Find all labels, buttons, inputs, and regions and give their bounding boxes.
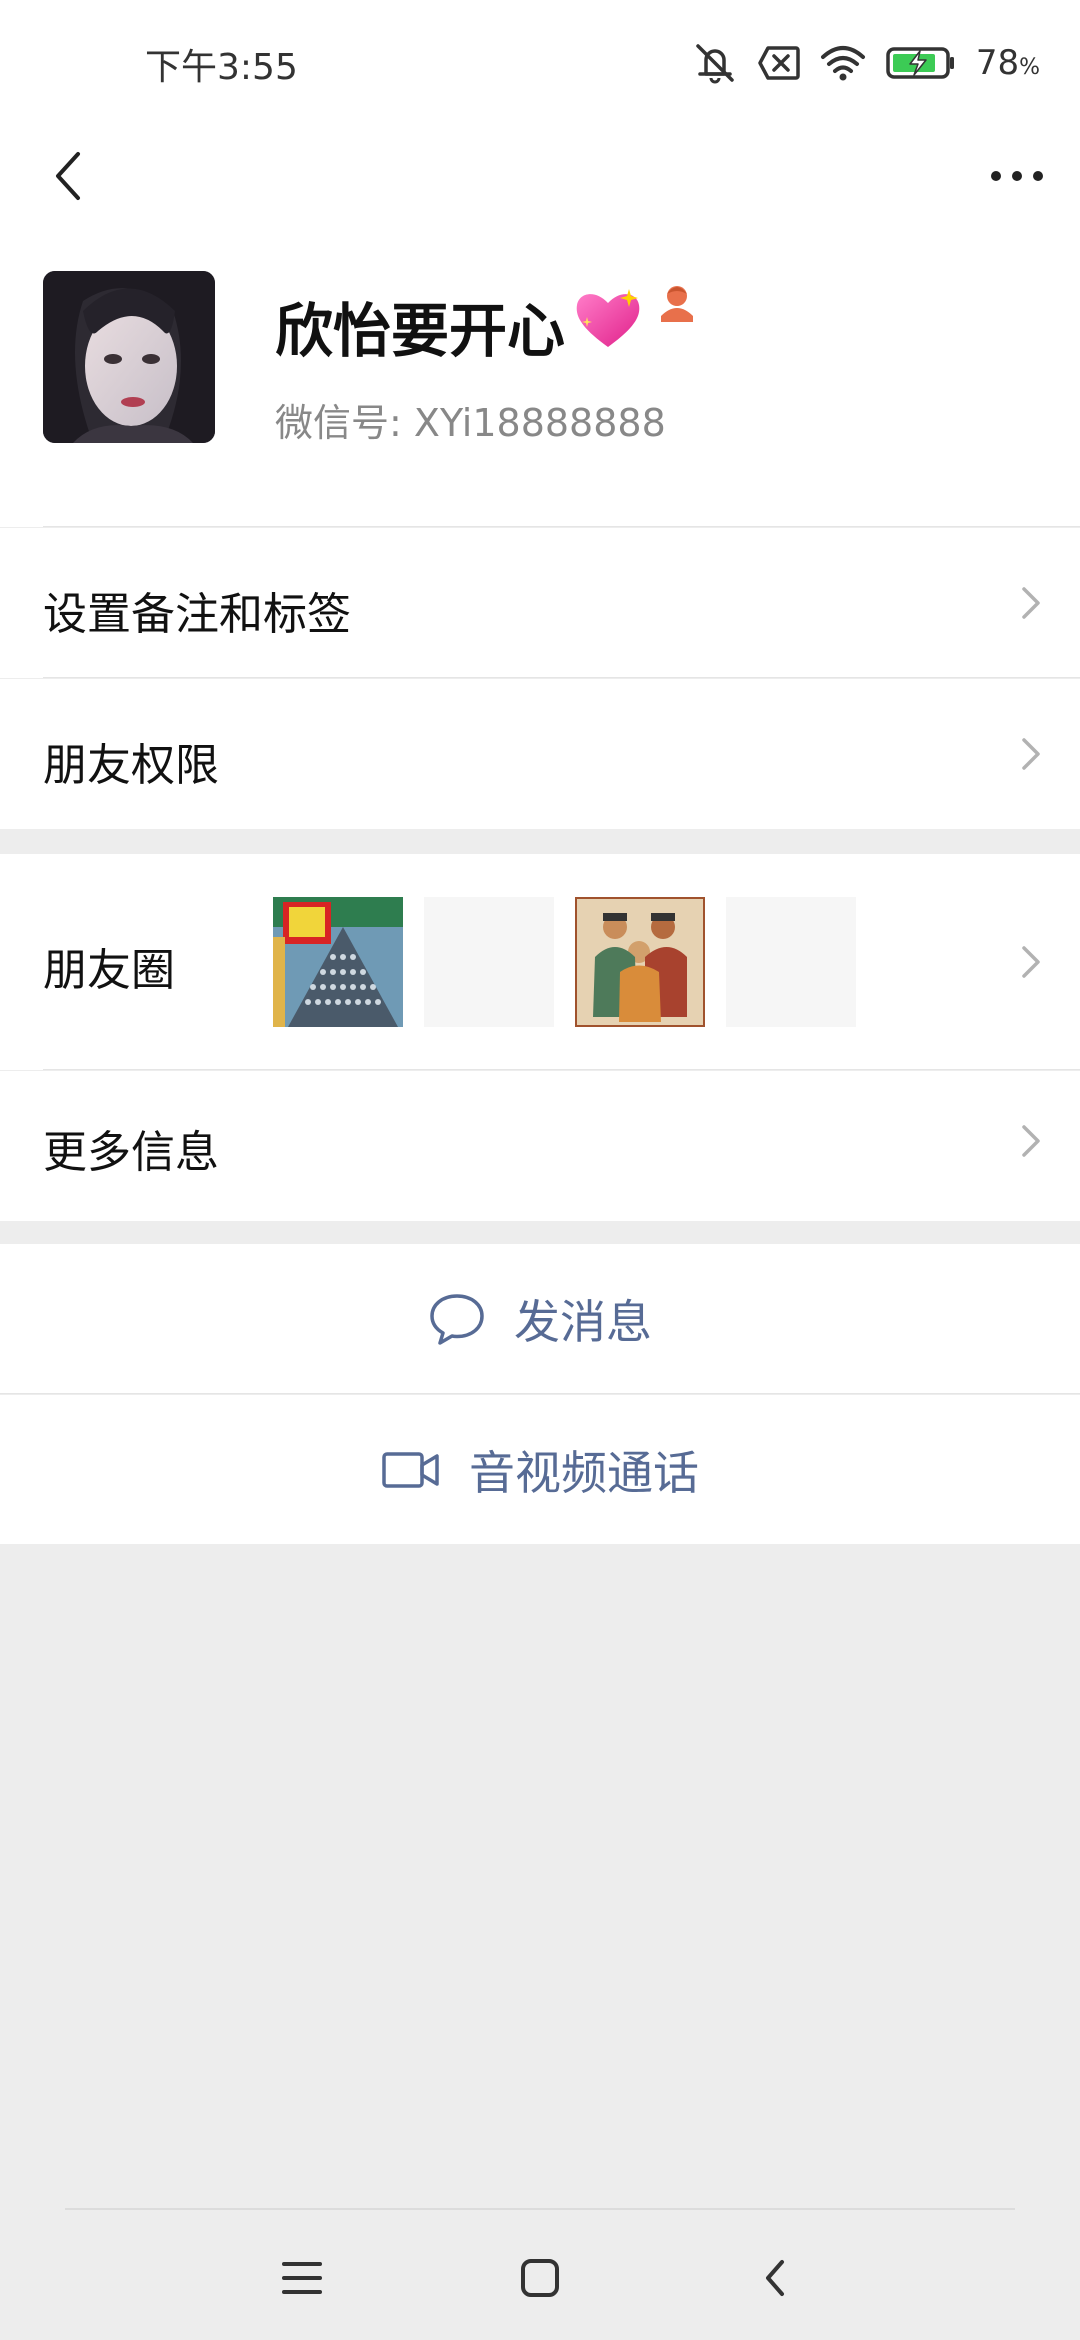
video-call-button[interactable]: 音视频通话 [0,1395,1080,1544]
video-call-label: 音视频通话 [469,1445,699,1500]
moments-label: 朋友圈 [43,945,175,996]
friend-permissions-row[interactable]: 朋友权限 [0,679,1080,829]
friend-permissions-label: 朋友权限 [43,740,219,791]
more-options-button[interactable] [972,136,1062,216]
moments-thumbnail[interactable] [424,897,554,1027]
chevron-right-icon [1022,946,1040,978]
back-arrow-icon [766,2260,784,2296]
battery-charging-icon [886,45,956,81]
wechat-id: 微信号: XYi18888888 [275,392,666,447]
profile-header: 欣怡要开心 微信号: XYi18888888 [0,224,1080,527]
remark-tags-row[interactable]: 设置备注和标签 [0,528,1080,678]
contact-profile-page: 下午3:55 78% 欣怡要开心 微信号: XYi18888888 设置备注和标… [0,0,1080,2340]
more-info-row[interactable]: 更多信息 [0,1071,1080,1221]
status-bar: 下午3:55 78% [0,0,1080,128]
display-name: 欣怡要开心 [275,284,643,368]
system-back-button[interactable] [745,2248,805,2308]
gender-badge-icon [655,282,699,330]
divider [43,1069,1080,1070]
no-sim-icon [758,45,800,81]
more-dots-icon [991,171,1043,181]
divider [43,526,1080,527]
system-navigation-bar [0,2208,1080,2340]
battery-percent: 78% [975,43,1040,83]
mute-bell-icon [692,42,738,84]
back-arrow-icon [56,152,80,200]
wechat-id-value: XYi18888888 [413,401,666,445]
remark-tags-label: 设置备注和标签 [43,589,351,640]
chevron-right-icon [1022,738,1040,770]
home-button[interactable] [510,2248,570,2308]
moments-thumbnail[interactable] [726,897,856,1027]
home-square-icon [521,2259,559,2297]
divider [0,1393,1080,1394]
divider [43,677,1080,678]
chat-bubble-icon [430,1294,484,1345]
avatar[interactable] [43,271,215,443]
more-info-label: 更多信息 [43,1127,219,1178]
chevron-right-icon [1022,1125,1040,1157]
menu-lines-icon [282,2262,322,2294]
display-name-text: 欣怡要开心 [275,297,566,365]
moments-thumbnail[interactable] [273,897,403,1027]
video-camera-icon [382,1451,439,1488]
moments-row[interactable]: 朋友圈 [0,854,1080,1070]
back-button[interactable] [30,136,110,216]
wifi-icon [820,45,866,81]
recent-apps-button[interactable] [272,2248,332,2308]
send-message-button[interactable]: 发消息 [0,1244,1080,1394]
status-icons: 78% [692,38,1040,88]
chevron-right-icon [1022,587,1040,619]
nav-bar [0,128,1080,224]
wechat-id-label: 微信号: [275,401,402,445]
moments-thumbnail[interactable] [575,897,705,1027]
moments-thumbnails [273,897,856,1027]
divider [65,2208,1015,2210]
send-message-label: 发消息 [514,1295,652,1349]
sparkling-heart-icon [573,287,643,365]
status-time: 下午3:55 [145,47,298,88]
